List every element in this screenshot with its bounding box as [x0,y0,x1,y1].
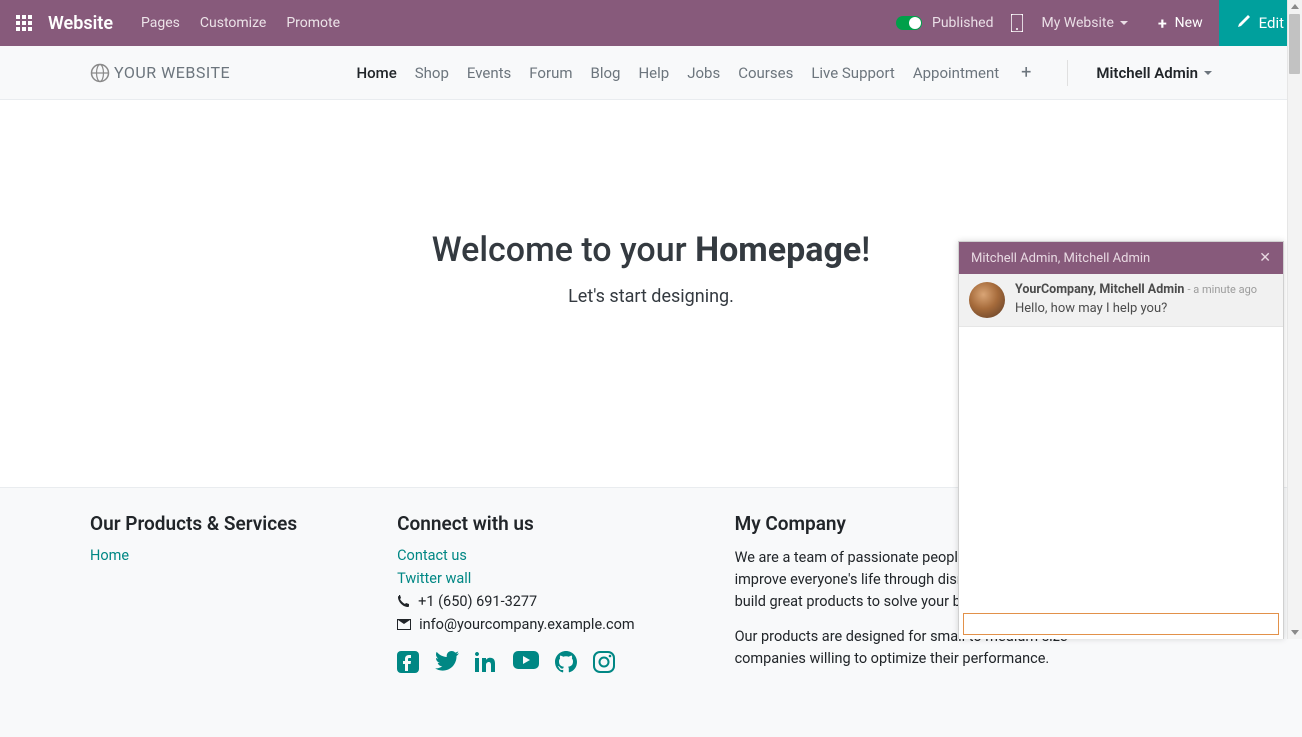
nav-shop[interactable]: Shop [415,64,449,82]
footer-socials [397,651,634,677]
user-menu[interactable]: Mitchell Admin [1096,64,1212,82]
topbar-right: Published My Website + New Edit [896,0,1302,46]
chat-message: YourCompany, Mitchell Admin - a minute a… [959,274,1283,327]
top-menu: Pages Customize Promote [141,15,340,31]
chevron-down-icon [1120,21,1128,25]
footer-phone: +1 (650) 691-3277 [397,593,634,610]
nav-links: Home Shop Events Forum Blog Help Jobs Co… [356,60,1212,86]
website-selector[interactable]: My Website [1041,15,1127,31]
menu-pages[interactable]: Pages [141,15,180,31]
close-icon[interactable]: ✕ [1259,250,1271,266]
nav-jobs[interactable]: Jobs [687,64,720,82]
hero-title-prefix: Welcome to your [432,230,695,270]
site-logo[interactable]: YOUR WEBSITE [90,63,230,83]
pencil-icon [1237,14,1251,32]
footer-link-home[interactable]: Home [90,547,297,564]
nav-appointment[interactable]: Appointment [913,64,999,82]
nav-livesupport[interactable]: Live Support [811,64,895,82]
scroll-down-icon[interactable] [1291,630,1299,635]
footer-col-products: Our Products & Services Home [90,512,297,677]
globe-icon [90,63,110,83]
facebook-icon[interactable] [397,651,419,677]
published-label: Published [932,15,993,31]
nav-divider [1067,60,1068,86]
nav-forum[interactable]: Forum [529,64,572,82]
twitter-icon[interactable] [435,651,459,677]
user-name: Mitchell Admin [1096,64,1198,82]
nav-blog[interactable]: Blog [591,64,621,82]
footer-col-connect: Connect with us Contact us Twitter wall … [397,512,634,677]
chat-header[interactable]: Mitchell Admin, Mitchell Admin ✕ [959,242,1283,274]
chat-widget: Mitchell Admin, Mitchell Admin ✕ YourCom… [958,241,1284,639]
github-icon[interactable] [555,651,577,677]
footer-heading-products: Our Products & Services [90,512,297,535]
footer-email-text: info@yourcompany.example.com [419,616,634,633]
footer-heading-connect: Connect with us [397,512,634,535]
mobile-preview-icon[interactable] [1011,14,1023,32]
footer-email: info@yourcompany.example.com [397,616,634,633]
chat-timestamp: - a minute ago [1188,283,1258,296]
new-button[interactable]: + New [1142,0,1219,46]
footer-link-contact[interactable]: Contact us [397,547,634,564]
avatar [969,282,1005,318]
footer-phone-text: +1 (650) 691-3277 [418,593,537,610]
nav-add-icon[interactable]: + [1017,62,1035,83]
chat-text: Hello, how may I help you? [1015,301,1257,316]
app-topbar: Website Pages Customize Promote Publishe… [0,0,1302,46]
logo-text: YOUR WEBSITE [114,63,230,82]
app-brand[interactable]: Website [48,13,113,34]
chat-author: YourCompany, Mitchell Admin [1015,282,1184,297]
published-toggle[interactable] [896,16,922,30]
linkedin-icon[interactable] [475,651,497,677]
scrollbar[interactable] [1287,0,1302,639]
new-label: New [1175,15,1203,31]
site-navbar: YOUR WEBSITE Home Shop Events Forum Blog… [0,46,1302,100]
nav-courses[interactable]: Courses [738,64,793,82]
envelope-icon [397,619,411,630]
youtube-icon[interactable] [513,651,539,677]
hero-title-suffix: ! [861,230,870,270]
nav-help[interactable]: Help [638,64,669,82]
hero-title-strong: Homepage [695,230,861,270]
nav-home[interactable]: Home [356,64,396,82]
chat-input[interactable] [963,613,1279,635]
nav-events[interactable]: Events [467,64,511,82]
edit-label: Edit [1259,14,1284,32]
website-selector-label: My Website [1041,15,1113,31]
chat-title: Mitchell Admin, Mitchell Admin [971,251,1150,266]
apps-icon[interactable] [16,15,32,31]
menu-promote[interactable]: Promote [286,15,340,31]
phone-icon [397,595,410,608]
instagram-icon[interactable] [593,651,615,677]
plus-icon: + [1158,14,1167,33]
menu-customize[interactable]: Customize [200,15,266,31]
chevron-down-icon [1204,71,1212,75]
footer-link-twitter-wall[interactable]: Twitter wall [397,570,634,587]
scroll-up-icon[interactable] [1291,4,1299,9]
scroll-thumb[interactable] [1289,14,1300,74]
